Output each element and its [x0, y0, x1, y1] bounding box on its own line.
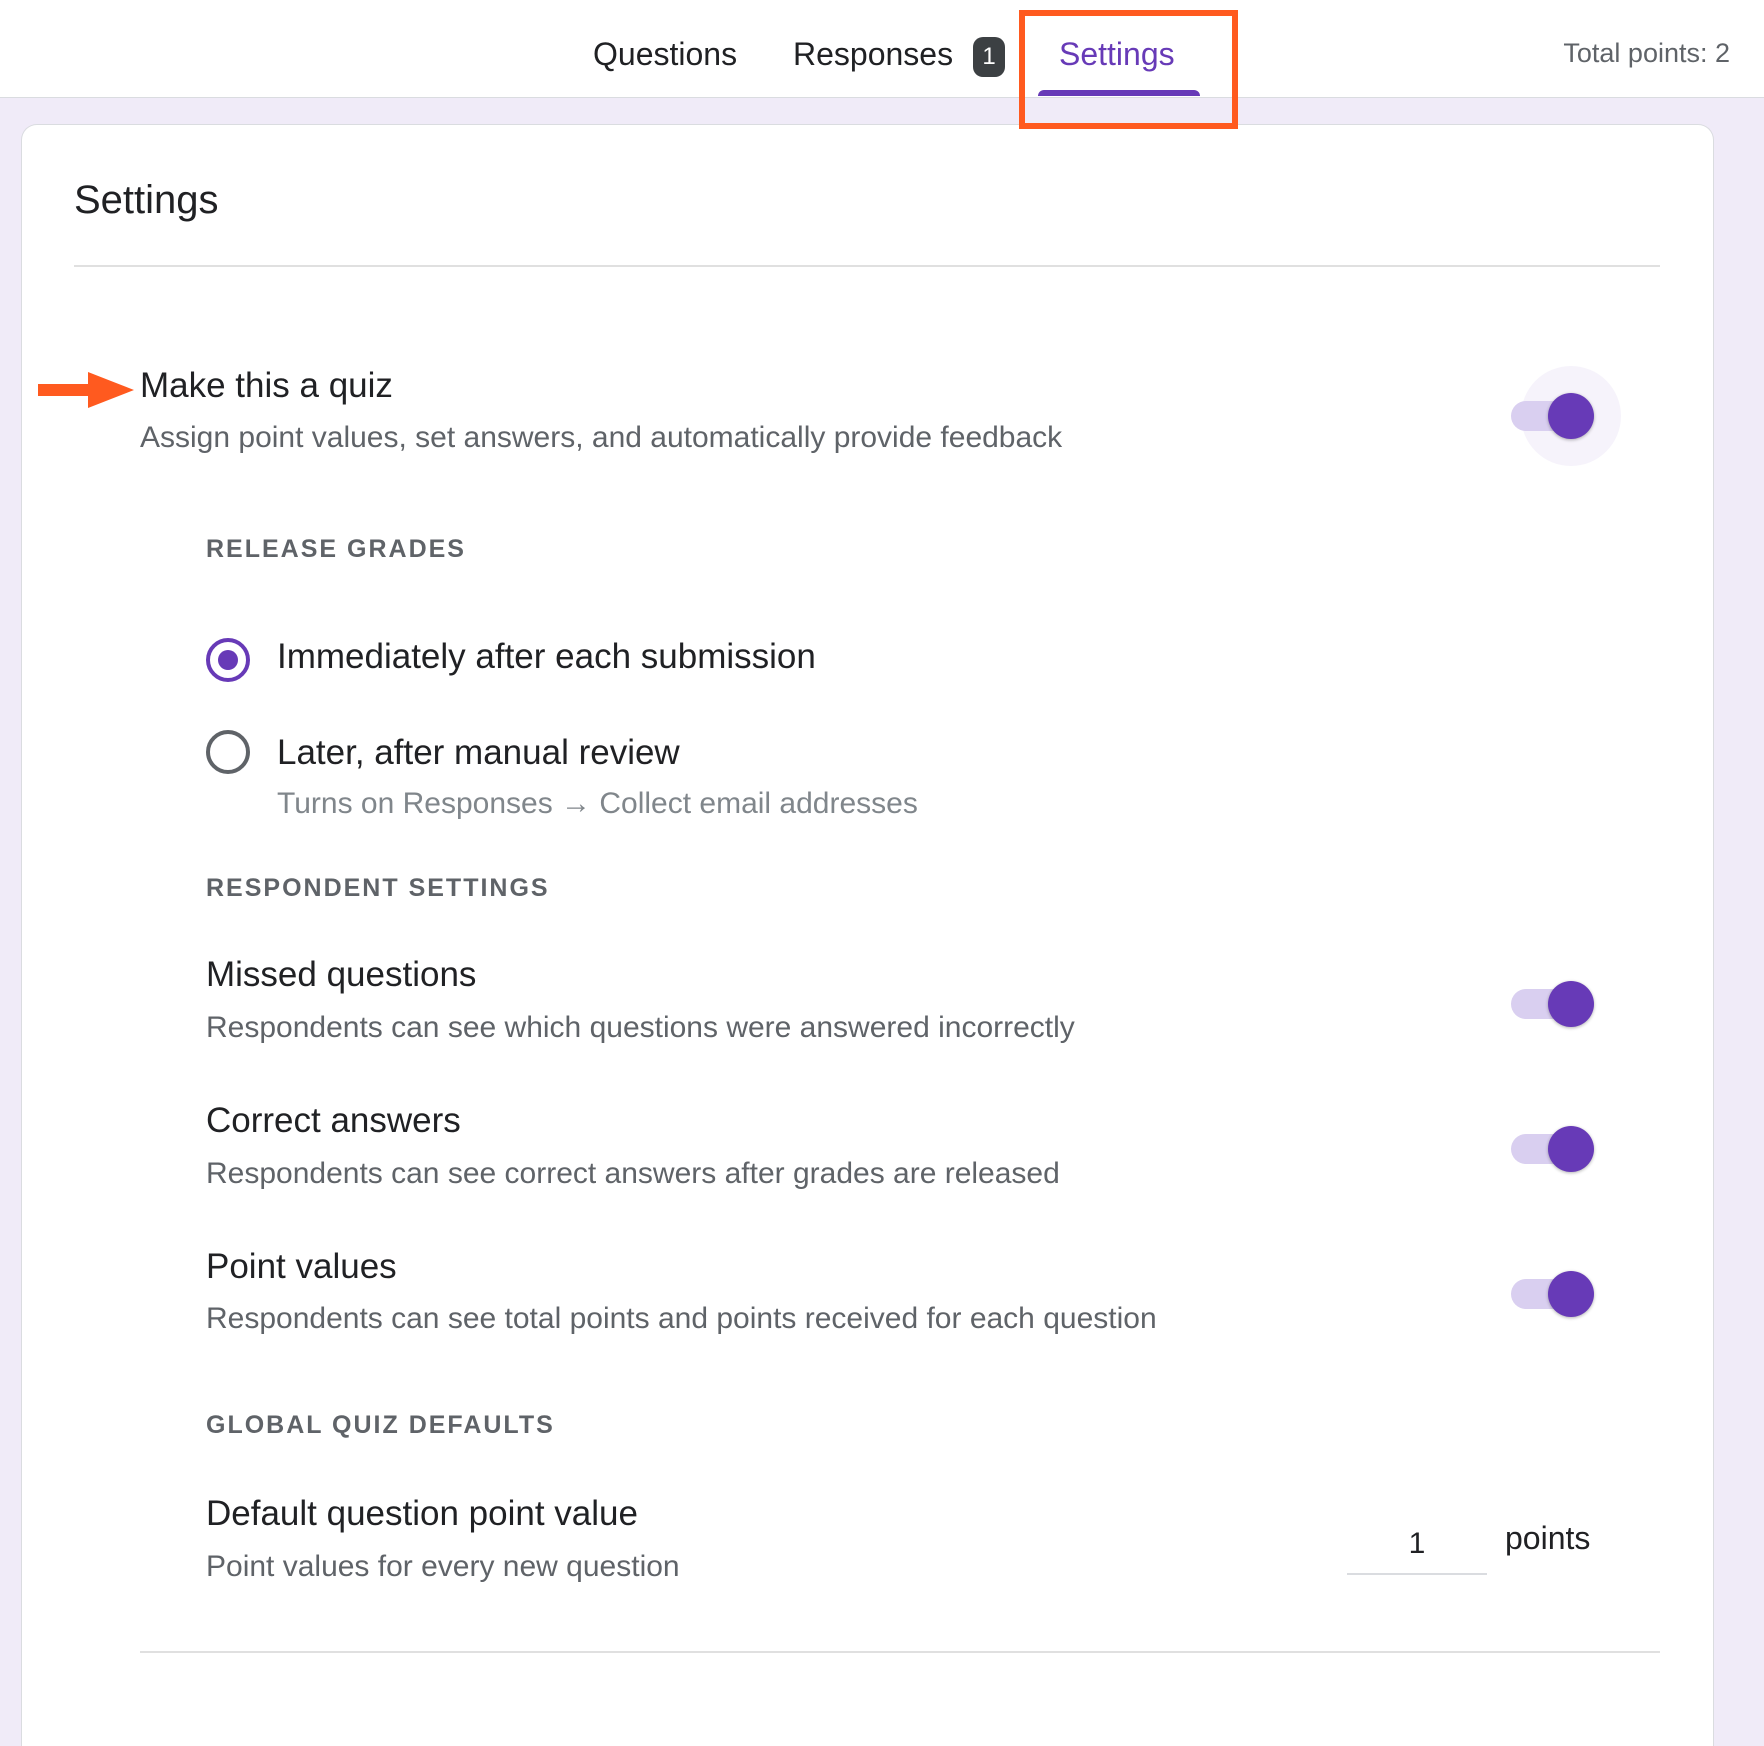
arrow-annotation-icon	[38, 372, 134, 408]
toggle-thumb	[1548, 1271, 1594, 1317]
radio-later[interactable]	[206, 730, 250, 774]
quiz-toggle[interactable]	[1511, 366, 1621, 466]
responses-count-badge: 1	[973, 37, 1005, 77]
toggle-thumb	[1548, 1126, 1594, 1172]
missed-questions-description: Respondents can see which questions were…	[206, 1011, 1075, 1044]
missed-questions-toggle[interactable]	[1511, 977, 1595, 1027]
default-point-value-title: Default question point value	[206, 1494, 638, 1533]
toggle-thumb	[1548, 393, 1594, 439]
correct-answers-description: Respondents can see correct answers afte…	[206, 1157, 1060, 1190]
tab-responses[interactable]: Responses	[793, 34, 953, 74]
section-label-respondent-settings: RESPONDENT SETTINGS	[206, 874, 550, 902]
default-point-value-description: Point values for every new question	[206, 1550, 680, 1583]
radio-selected-dot	[218, 650, 238, 670]
divider	[74, 265, 1660, 267]
section-label-release-grades: RELEASE GRADES	[206, 535, 466, 563]
correct-answers-title: Correct answers	[206, 1101, 461, 1140]
default-point-value-input[interactable]	[1347, 1515, 1487, 1575]
missed-questions-title: Missed questions	[206, 955, 477, 994]
top-tab-bar: Questions Responses 1 Settings Total poi…	[0, 0, 1764, 98]
point-values-toggle[interactable]	[1511, 1267, 1595, 1317]
settings-tab-highlight-annotation	[1019, 10, 1238, 129]
radio-immediately[interactable]	[206, 638, 250, 682]
section-label-global-quiz-defaults: GLOBAL QUIZ DEFAULTS	[206, 1411, 555, 1439]
radio-later-label: Later, after manual review	[277, 733, 680, 772]
card-title: Settings	[74, 178, 219, 222]
tab-questions[interactable]: Questions	[593, 34, 737, 74]
divider	[140, 1651, 1660, 1653]
radio-immediately-label: Immediately after each submission	[277, 637, 816, 676]
point-values-title: Point values	[206, 1247, 397, 1286]
quiz-title: Make this a quiz	[140, 366, 393, 405]
correct-answers-toggle[interactable]	[1511, 1122, 1595, 1172]
radio-later-hint: Turns on Responses → Collect email addre…	[277, 787, 918, 820]
total-points: Total points: 2	[1563, 38, 1730, 68]
quiz-description: Assign point values, set answers, and au…	[140, 421, 1063, 454]
toggle-thumb	[1548, 981, 1594, 1027]
point-values-description: Respondents can see total points and poi…	[206, 1302, 1157, 1335]
points-unit-label: points	[1505, 1520, 1591, 1556]
